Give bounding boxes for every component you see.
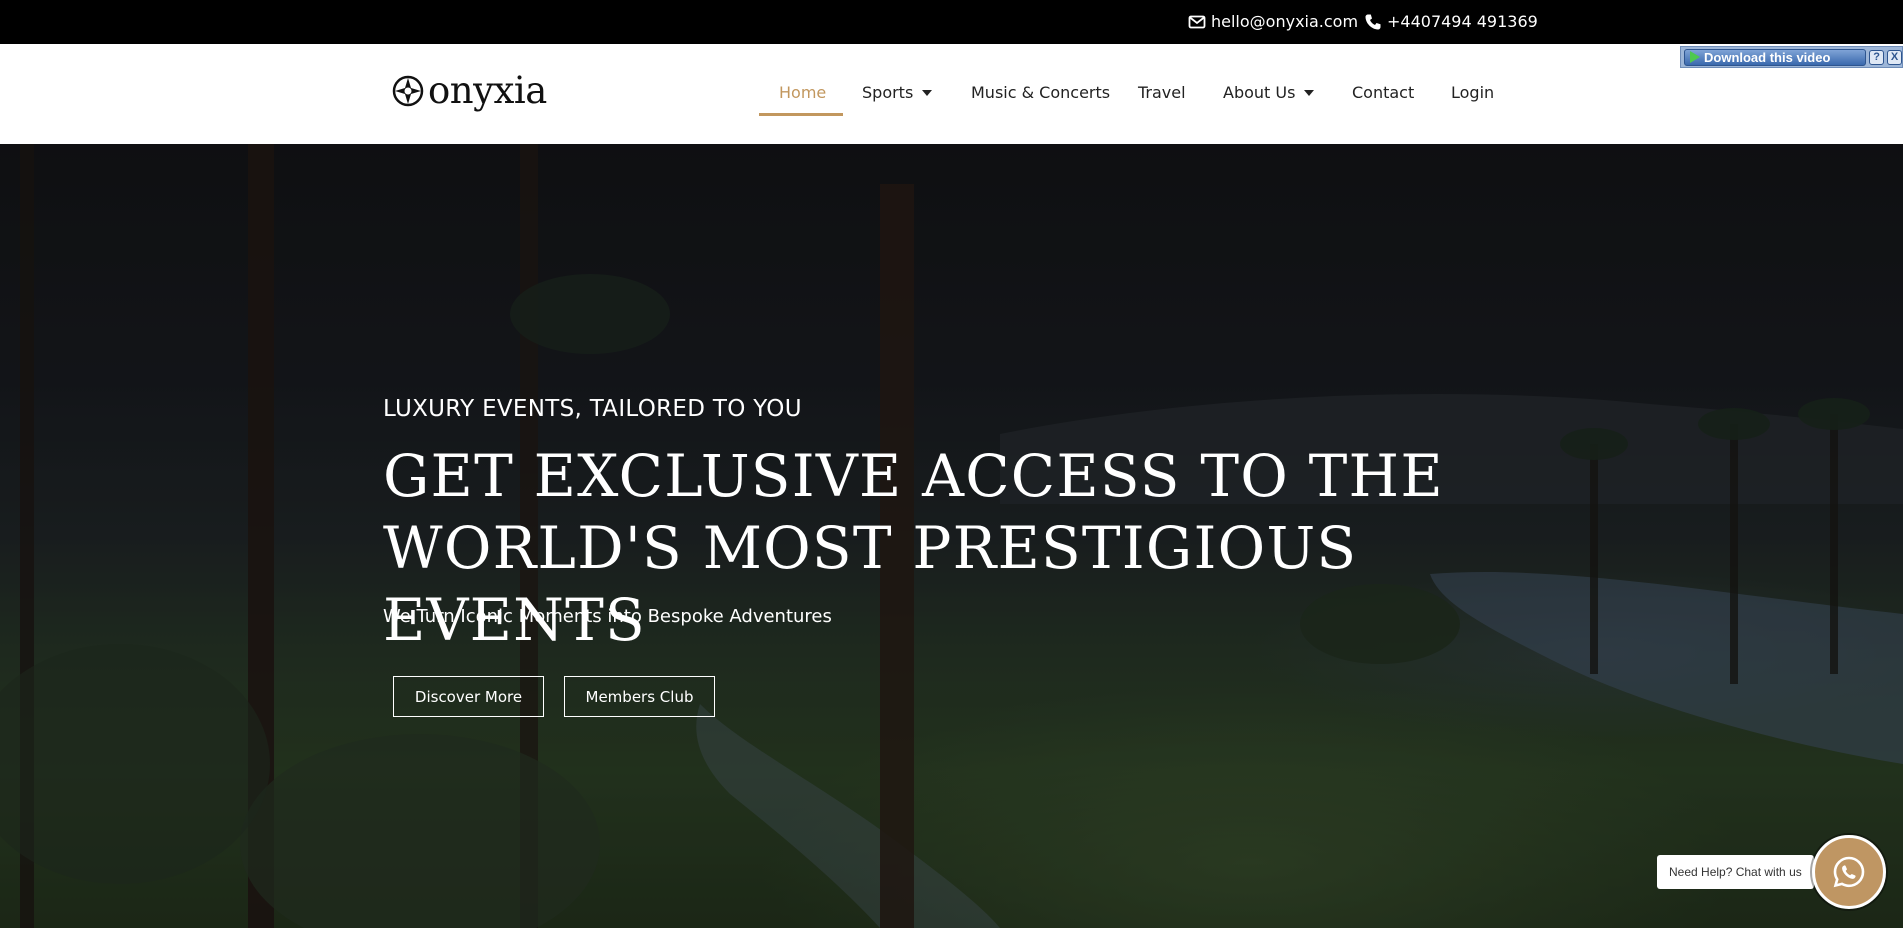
nav-sports-label: Sports [862, 83, 914, 102]
whatsapp-icon [1833, 856, 1865, 888]
chat-help-bubble[interactable]: Need Help? Chat with us [1657, 855, 1814, 889]
download-video-label: Download this video [1704, 49, 1831, 65]
chevron-down-icon [1304, 89, 1315, 96]
nav-travel[interactable]: Travel [1138, 83, 1186, 102]
phone-text: +4407494 491369 [1387, 12, 1538, 31]
chevron-down-icon [922, 89, 933, 96]
hero-subline: We Turn Iconic Moments into Bespoke Adve… [383, 606, 832, 627]
hero-section: LUXURY EVENTS, TAILORED TO YOU GET EXCLU… [0, 144, 1903, 928]
play-icon [1690, 51, 1700, 63]
help-button[interactable]: ? [1869, 49, 1885, 65]
site-header: onyxia Home Sports Music & Concerts Trav… [0, 44, 1903, 144]
phone-link[interactable]: +4407494 491369 [1364, 12, 1538, 31]
nav-about-us[interactable]: About Us [1223, 83, 1315, 102]
nav-active-indicator [759, 113, 843, 116]
nav-login[interactable]: Login [1451, 83, 1494, 102]
hero-headline-line-1: GET EXCLUSIVE ACCESS TO THE [383, 442, 1444, 510]
hero-headline-line-2: WORLD'S MOST PRESTIGIOUS EVENTS [383, 514, 1358, 654]
top-contact-bar: hello@onyxia.com +4407494 491369 [0, 0, 1903, 44]
nav-music-concerts[interactable]: Music & Concerts [971, 83, 1110, 102]
members-club-button[interactable]: Members Club [564, 676, 715, 717]
discover-more-button[interactable]: Discover More [393, 676, 544, 717]
nav-about-us-label: About Us [1223, 83, 1296, 102]
nav-home[interactable]: Home [779, 83, 826, 102]
phone-icon [1365, 14, 1381, 29]
close-button[interactable]: X [1887, 49, 1902, 65]
logo-mark-icon [392, 75, 424, 107]
logo[interactable]: onyxia [392, 71, 547, 111]
email-text: hello@onyxia.com [1211, 12, 1359, 31]
nav-sports[interactable]: Sports [862, 83, 933, 102]
envelope-icon [1188, 15, 1206, 28]
download-video-button[interactable]: Download this video [1684, 48, 1867, 66]
email-link[interactable]: hello@onyxia.com [1188, 12, 1358, 31]
video-download-toolbar: Download this video ? X [1680, 46, 1903, 68]
hero-eyebrow: LUXURY EVENTS, TAILORED TO YOU [383, 396, 802, 422]
logo-text: onyxia [428, 69, 547, 112]
whatsapp-chat-button[interactable] [1812, 835, 1886, 909]
nav-contact[interactable]: Contact [1352, 83, 1414, 102]
